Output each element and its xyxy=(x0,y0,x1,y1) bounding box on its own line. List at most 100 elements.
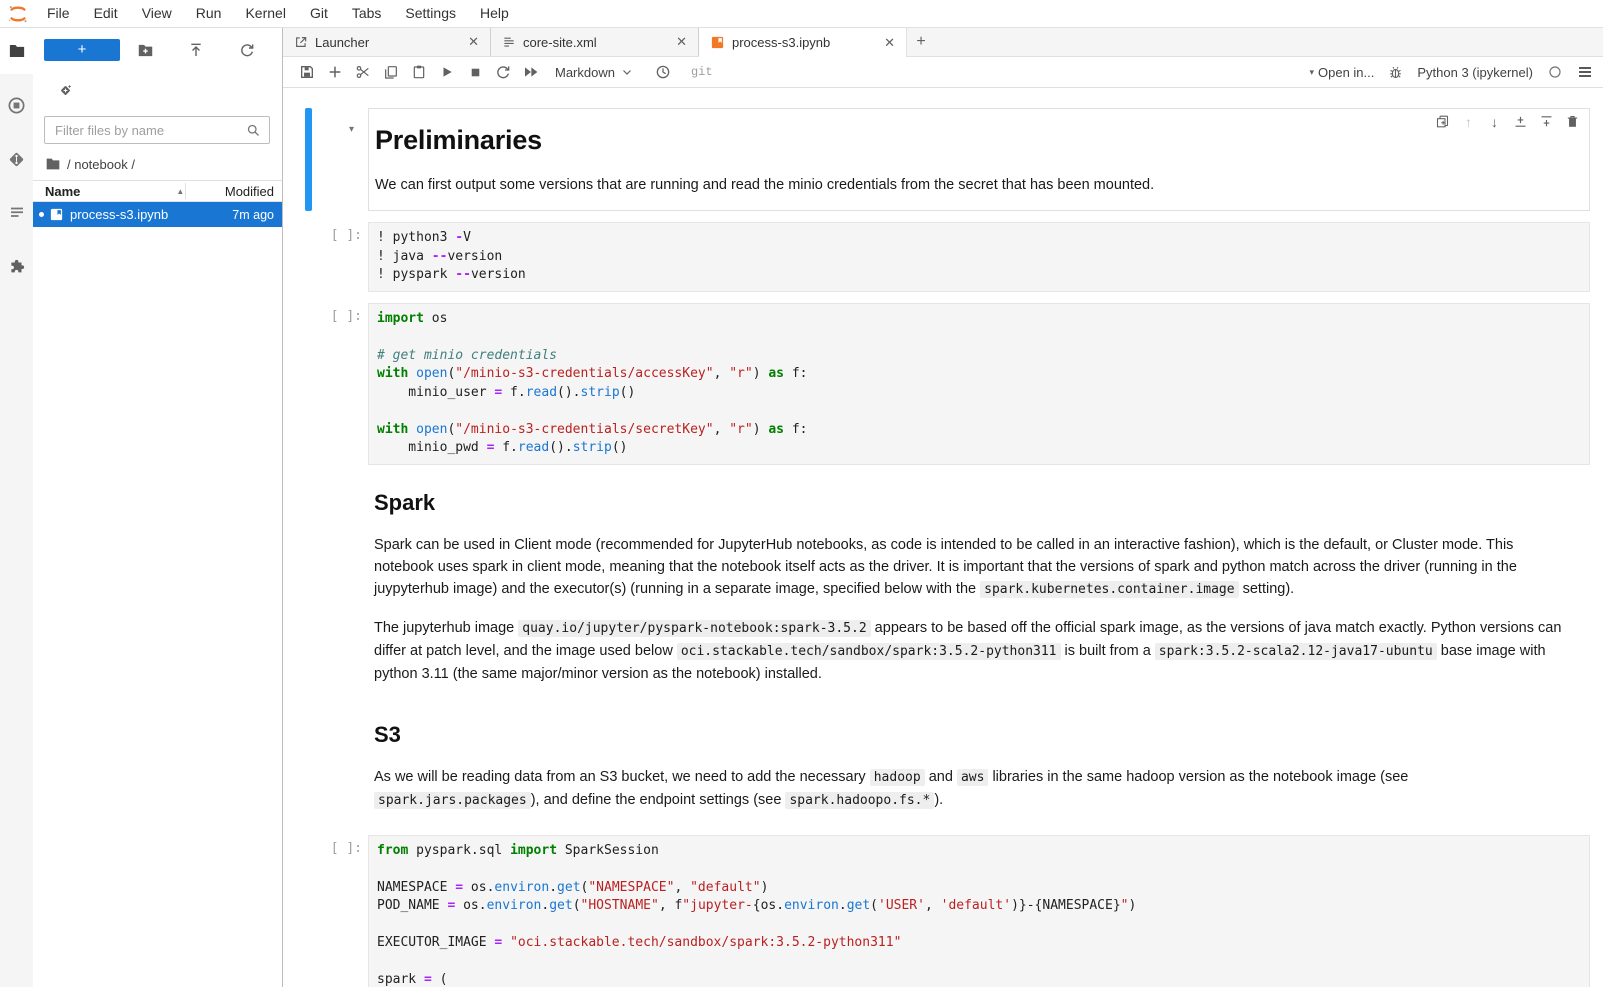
menu-help[interactable]: Help xyxy=(468,0,521,27)
breadcrumb-path[interactable]: / notebook / xyxy=(67,157,135,172)
git-clone-icon[interactable] xyxy=(58,83,73,98)
column-divider xyxy=(185,183,186,199)
restart-run-all-icon[interactable] xyxy=(517,60,545,84)
left-activity-bar xyxy=(0,28,33,987)
close-icon[interactable]: ✕ xyxy=(881,35,898,51)
search-icon xyxy=(246,123,261,138)
git-actions-row xyxy=(33,72,282,108)
notebook-toolbar: Markdown git ▾ Open in... Python 3 (ipyk… xyxy=(283,57,1603,88)
home-folder-icon[interactable] xyxy=(45,156,61,172)
cut-icon[interactable] xyxy=(349,60,377,84)
chevron-down-icon xyxy=(621,66,633,78)
duplicate-cell-icon[interactable] xyxy=(1434,113,1451,130)
cell-toolbar: ↑ ↓ xyxy=(1434,113,1581,130)
tab-launcher[interactable]: Launcher ✕ xyxy=(283,28,491,56)
sort-asc-icon[interactable]: ▲ xyxy=(176,187,184,196)
dock-tab-bar: Launcher ✕ core-site.xml ✕ process-s3.ip… xyxy=(283,28,1603,57)
move-cell-down-icon[interactable]: ↓ xyxy=(1486,113,1503,130)
stop-circle-icon xyxy=(7,96,26,115)
list-icon xyxy=(8,204,26,222)
markdown-cell-body[interactable]: ↑ ↓ Preliminaries We can first out xyxy=(368,108,1590,211)
menu-view[interactable]: View xyxy=(130,0,184,27)
run-icon[interactable] xyxy=(433,60,461,84)
new-folder-icon[interactable] xyxy=(120,42,171,59)
file-name: process-s3.ipynb xyxy=(70,207,232,222)
sidebar-tab-running[interactable] xyxy=(0,82,33,128)
git-status-dot xyxy=(39,212,44,217)
upload-icon[interactable] xyxy=(171,42,222,58)
restart-kernel-icon[interactable] xyxy=(489,60,517,84)
new-launcher-button[interactable]: + xyxy=(44,39,120,61)
new-tab-button[interactable]: + xyxy=(907,28,935,56)
file-row[interactable]: process-s3.ipynb 7m ago xyxy=(33,202,282,227)
copy-icon[interactable] xyxy=(377,60,405,84)
menu-git[interactable]: Git xyxy=(298,0,340,27)
close-icon[interactable]: ✕ xyxy=(465,34,482,50)
insert-cell-below-icon[interactable] xyxy=(1538,113,1555,130)
menu-tabs[interactable]: Tabs xyxy=(340,0,394,27)
insert-cell-above-icon[interactable] xyxy=(1512,113,1529,130)
markdown-heading: Spark xyxy=(374,490,1574,516)
notebook-file-icon xyxy=(49,207,64,222)
add-cell-icon[interactable] xyxy=(321,60,349,84)
breadcrumb[interactable]: / notebook / xyxy=(33,150,282,180)
debugger-bug-icon[interactable] xyxy=(1388,65,1403,80)
execution-time-icon[interactable] xyxy=(649,60,677,84)
hamburger-menu-icon[interactable] xyxy=(1577,64,1593,80)
menu-file[interactable]: File xyxy=(35,0,82,27)
cell-prompt: [ ]: xyxy=(331,841,362,856)
code-cell-editor[interactable]: ! python3 -V! java --version! pyspark --… xyxy=(368,222,1590,292)
menu-bar: File Edit View Run Kernel Git Tabs Setti… xyxy=(0,0,1603,28)
close-icon[interactable]: ✕ xyxy=(673,34,690,50)
column-header-modified[interactable]: Modified xyxy=(225,184,274,199)
folder-icon xyxy=(8,42,26,60)
code-cell-spark-session: [ ]: from pyspark.sql import SparkSessio… xyxy=(283,835,1590,988)
menu-settings[interactable]: Settings xyxy=(393,0,468,27)
kernel-name[interactable]: Python 3 (ipykernel) xyxy=(1417,65,1533,80)
code-cell-editor[interactable]: import os # get minio credentialswith op… xyxy=(368,303,1590,465)
markdown-cell-body[interactable]: S3 As we will be reading data from an S3… xyxy=(368,708,1590,824)
sidebar-tab-toc[interactable] xyxy=(0,190,33,236)
cell-gutter: [ ]: xyxy=(283,303,368,465)
column-header-name[interactable]: Name xyxy=(45,184,80,199)
menu-edit[interactable]: Edit xyxy=(82,0,130,27)
markdown-cell-s3: S3 As we will be reading data from an S3… xyxy=(283,708,1590,824)
save-icon[interactable] xyxy=(293,60,321,84)
cell-collapser[interactable] xyxy=(305,108,312,211)
sidebar-tab-extensions[interactable] xyxy=(0,244,33,290)
markdown-heading: Preliminaries xyxy=(375,125,1573,156)
kernel-status-icon[interactable] xyxy=(1547,64,1563,80)
file-list-header: Name ▲ Modified xyxy=(33,180,282,202)
open-in-dropdown[interactable]: ▾ Open in... xyxy=(1309,65,1374,80)
markdown-paragraph: The jupyterhub image quay.io/jupyter/pys… xyxy=(374,617,1574,685)
markdown-paragraph: Spark can be used in Client mode (recomm… xyxy=(374,534,1574,601)
refresh-icon[interactable] xyxy=(221,42,272,58)
cell-gutter: ▾ xyxy=(283,108,368,211)
sidebar-tab-git[interactable] xyxy=(0,136,33,182)
delete-cell-icon[interactable] xyxy=(1564,113,1581,130)
file-modified: 7m ago xyxy=(232,208,274,222)
move-cell-up-icon[interactable]: ↑ xyxy=(1460,113,1477,130)
code-cell-editor[interactable]: from pyspark.sql import SparkSession NAM… xyxy=(368,835,1590,988)
filter-files-input[interactable] xyxy=(44,116,270,144)
git-icon xyxy=(7,150,26,169)
paste-icon[interactable] xyxy=(405,60,433,84)
open-in-label: Open in... xyxy=(1318,65,1374,80)
tab-process-s3-ipynb[interactable]: process-s3.ipynb ✕ xyxy=(699,28,907,57)
cell-gutter xyxy=(283,476,368,697)
menu-kernel[interactable]: Kernel xyxy=(233,0,297,27)
heading-collapse-icon[interactable]: ▾ xyxy=(349,124,354,135)
cell-gutter: [ ]: xyxy=(283,835,368,988)
markdown-heading: S3 xyxy=(374,722,1574,748)
markdown-cell-body[interactable]: Spark Spark can be used in Client mode (… xyxy=(368,476,1590,697)
cell-type-select[interactable]: Markdown xyxy=(555,65,633,80)
code-cell-minio-credentials: [ ]: import os # get minio credentialswi… xyxy=(283,303,1590,465)
tab-core-site-xml[interactable]: core-site.xml ✕ xyxy=(491,28,699,56)
markdown-cell-preliminaries: ▾ ↑ ↓ xyxy=(283,108,1590,211)
git-toolbar-label: git xyxy=(691,65,713,79)
stop-icon[interactable] xyxy=(461,60,489,84)
caret-down-icon: ▾ xyxy=(1309,67,1314,78)
sidebar-tab-file-browser[interactable] xyxy=(0,28,33,74)
jupyter-logo-icon xyxy=(7,3,29,25)
menu-run[interactable]: Run xyxy=(184,0,234,27)
